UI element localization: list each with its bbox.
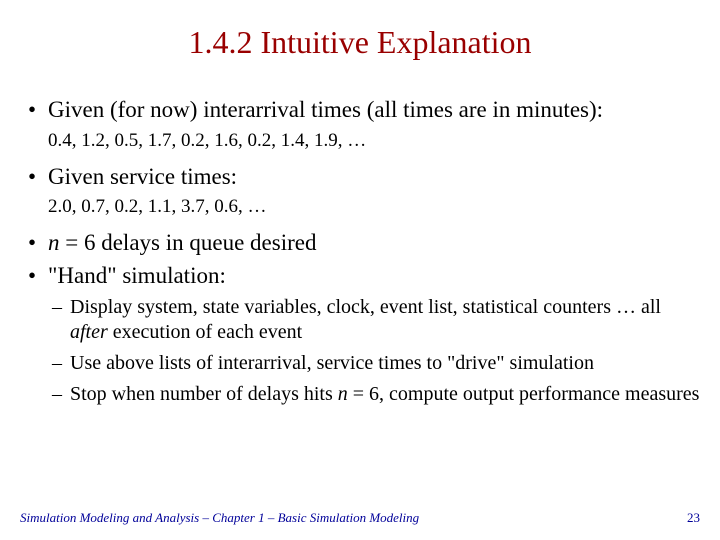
- bullet-service: Given service times:: [28, 163, 700, 192]
- slide-content: Given (for now) interarrival times (all …: [28, 96, 700, 413]
- subbullet-display: Display system, state variables, clock, …: [28, 295, 700, 345]
- var-n-2: n: [338, 383, 348, 405]
- interarrival-values: 0.4, 1.2, 0.5, 1.7, 0.2, 1.6, 0.2, 1.4, …: [28, 129, 700, 153]
- bullet-delays: n = 6 delays in queue desired: [28, 229, 700, 258]
- display-text-b: execution of each event: [108, 321, 302, 343]
- service-values: 2.0, 0.7, 0.2, 1.1, 3.7, 0.6, …: [28, 195, 700, 219]
- display-text-a: Display system, state variables, clock, …: [70, 296, 661, 318]
- page-number: 23: [687, 510, 700, 526]
- footer-sep: –: [199, 510, 212, 525]
- stop-text-b: = 6, compute output performance measures: [348, 383, 700, 405]
- footer-book: Simulation Modeling and Analysis: [20, 510, 199, 525]
- slide-title: 1.4.2 Intuitive Explanation: [0, 24, 720, 61]
- subbullet-stop: Stop when number of delays hits n = 6, c…: [28, 382, 700, 407]
- stop-text-a: Stop when number of delays hits: [70, 383, 338, 405]
- var-n: n: [48, 230, 60, 255]
- after-em: after: [70, 321, 108, 343]
- slide: 1.4.2 Intuitive Explanation Given (for n…: [0, 0, 720, 540]
- subbullet-drive: Use above lists of interarrival, service…: [28, 351, 700, 376]
- footer: Simulation Modeling and Analysis – Chapt…: [20, 510, 700, 526]
- bullet-hand-sim: "Hand" simulation:: [28, 262, 700, 291]
- bullet-interarrival: Given (for now) interarrival times (all …: [28, 96, 700, 125]
- delays-text: = 6 delays in queue desired: [60, 230, 317, 255]
- footer-chapter: Chapter 1 – Basic Simulation Modeling: [212, 510, 419, 525]
